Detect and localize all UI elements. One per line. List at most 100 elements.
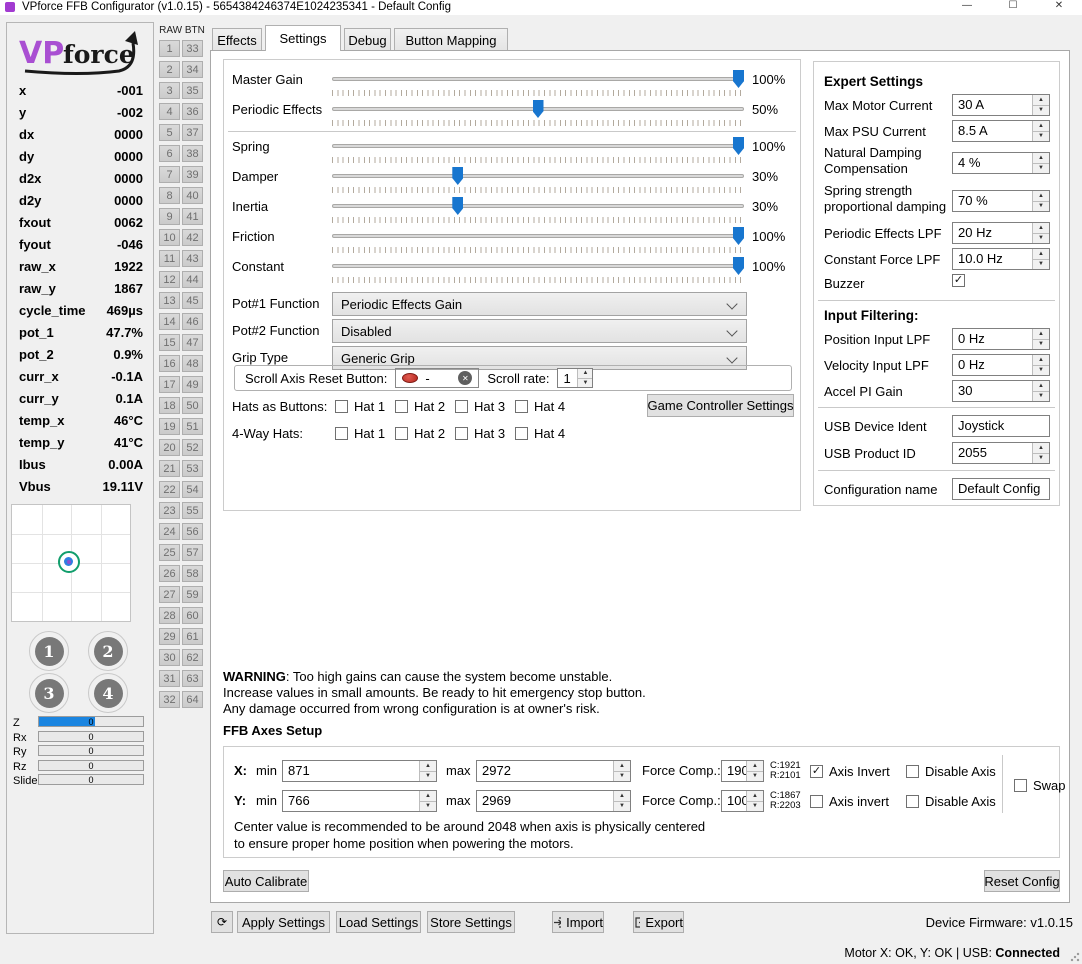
position-input-lpf-spinbox[interactable]: 0 Hz ▲ ▼ <box>952 328 1050 350</box>
tab-effects[interactable]: Effects <box>212 28 262 51</box>
minimize-button[interactable]: — <box>944 0 990 15</box>
checkbox[interactable] <box>906 794 919 808</box>
spin-up-icon[interactable]: ▲ <box>614 761 630 772</box>
spin-up-icon[interactable]: ▲ <box>1033 223 1049 234</box>
spin-down-icon[interactable]: ▼ <box>420 801 436 811</box>
import-button[interactable]: Import <box>552 911 604 933</box>
spin-down-icon[interactable]: ▼ <box>1033 233 1049 243</box>
store-settings-button[interactable]: Store Settings <box>427 911 515 933</box>
spin-down-icon[interactable]: ▼ <box>1033 201 1049 211</box>
spin-down-icon[interactable]: ▼ <box>614 801 630 811</box>
dropdown-pot-1-function[interactable]: Periodic Effects Gain <box>332 292 747 316</box>
spin-down-icon[interactable]: ▼ <box>1033 259 1049 269</box>
axis-x-max-spinbox[interactable]: 2972 ▲ ▼ <box>476 760 631 782</box>
axis-x-invert-checkbox[interactable]: ✓ Axis Invert <box>810 763 890 779</box>
spin-down-icon[interactable]: ▼ <box>747 801 763 811</box>
spin-up-icon[interactable]: ▲ <box>1033 249 1049 260</box>
axis-x-min-spinbox[interactable]: 871 ▲ ▼ <box>282 760 437 782</box>
slider-inertia-track[interactable] <box>332 204 744 208</box>
spin-up-icon[interactable]: ▲ <box>614 791 630 802</box>
checkbox[interactable] <box>1014 778 1027 792</box>
spin-up-icon[interactable]: ▲ <box>420 791 436 802</box>
maximize-button[interactable]: ☐ <box>990 0 1036 15</box>
spin-down-icon[interactable]: ▼ <box>1033 339 1049 349</box>
axis-y-force-comp-spinbox[interactable]: 100 ▲ ▼ <box>721 790 764 812</box>
spin-down-icon[interactable]: ▼ <box>1033 163 1049 173</box>
periodic-effects-lpf-spinbox[interactable]: 20 Hz ▲ ▼ <box>952 222 1050 244</box>
auto-calibrate-button[interactable]: Auto Calibrate <box>223 870 309 892</box>
checkbox[interactable] <box>335 426 348 440</box>
configuration-name-input[interactable]: Default Config <box>952 478 1050 500</box>
refresh-button[interactable]: ⟳ <box>211 911 233 933</box>
game-controller-settings-button[interactable]: Game Controller Settings <box>647 394 794 417</box>
hats-as-buttons-hat-3[interactable]: Hat 3 <box>455 398 505 414</box>
axis-y-max-spinbox[interactable]: 2969 ▲ ▼ <box>476 790 631 812</box>
slider-spring-handle[interactable] <box>733 137 744 155</box>
axis-y-invert-checkbox[interactable]: Axis invert <box>810 793 889 809</box>
spin-up-icon[interactable]: ▲ <box>578 369 593 379</box>
spin-down-icon[interactable]: ▼ <box>1033 453 1049 463</box>
hats-as-buttons-hat-1[interactable]: Hat 1 <box>335 398 385 414</box>
checkbox[interactable] <box>395 399 408 413</box>
slider-constant-track[interactable] <box>332 264 744 268</box>
spin-down-icon[interactable]: ▼ <box>747 771 763 781</box>
four-way-hats-hat-2[interactable]: Hat 2 <box>395 425 445 441</box>
spin-up-icon[interactable]: ▲ <box>747 761 763 772</box>
four-way-hats-hat-4[interactable]: Hat 4 <box>515 425 565 441</box>
dropdown-pot-2-function[interactable]: Disabled <box>332 319 747 343</box>
spin-down-icon[interactable]: ▼ <box>1033 391 1049 401</box>
velocity-input-lpf-spinbox[interactable]: 0 Hz ▲ ▼ <box>952 354 1050 376</box>
spin-down-icon[interactable]: ▼ <box>1033 105 1049 115</box>
slider-constant-handle[interactable] <box>733 257 744 275</box>
checkbox[interactable]: ✓ <box>810 764 823 778</box>
export-button[interactable]: Export <box>633 911 684 933</box>
hats-as-buttons-hat-4[interactable]: Hat 4 <box>515 398 565 414</box>
spin-down-icon[interactable]: ▼ <box>420 771 436 781</box>
checkbox[interactable] <box>335 399 348 413</box>
constant-force-lpf-spinbox[interactable]: 10.0 Hz ▲ ▼ <box>952 248 1050 270</box>
four-way-hats-hat-1[interactable]: Hat 1 <box>335 425 385 441</box>
slider-damper-handle[interactable] <box>452 167 464 185</box>
axis-x-force-comp-spinbox[interactable]: 190 ▲ ▼ <box>721 760 764 782</box>
spin-up-icon[interactable]: ▲ <box>1033 381 1049 392</box>
slider-inertia-handle[interactable] <box>452 197 464 215</box>
load-settings-button[interactable]: Load Settings <box>336 911 421 933</box>
slider-friction-track[interactable] <box>332 234 744 238</box>
spin-down-icon[interactable]: ▼ <box>614 771 630 781</box>
scroll-axis-assignment[interactable]: - ✕ <box>395 368 480 388</box>
buzzer-checkbox[interactable]: ✓ <box>952 274 965 287</box>
spring-prop-damping-spinbox[interactable]: 70 % ▲ ▼ <box>952 190 1050 212</box>
close-button[interactable]: ✕ <box>1036 0 1082 15</box>
slider-master-gain-handle[interactable] <box>733 70 744 88</box>
spin-up-icon[interactable]: ▲ <box>1033 355 1049 366</box>
spin-up-icon[interactable]: ▲ <box>1033 95 1049 106</box>
tab-debug[interactable]: Debug <box>344 28 391 51</box>
hats-as-buttons-hat-2[interactable]: Hat 2 <box>395 398 445 414</box>
axis-y-disable-checkbox[interactable]: Disable Axis <box>906 793 996 809</box>
axis-x-disable-checkbox[interactable]: Disable Axis <box>906 763 996 779</box>
spin-up-icon[interactable]: ▲ <box>1033 191 1049 202</box>
spin-up-icon[interactable]: ▲ <box>1033 153 1049 164</box>
checkbox[interactable] <box>395 426 408 440</box>
spin-up-icon[interactable]: ▲ <box>747 791 763 802</box>
spin-up-icon[interactable]: ▲ <box>1033 121 1049 132</box>
clear-assignment-icon[interactable]: ✕ <box>458 371 473 385</box>
checkbox[interactable] <box>906 764 919 778</box>
resize-grip[interactable] <box>1070 952 1080 962</box>
four-way-hats-hat-3[interactable]: Hat 3 <box>455 425 505 441</box>
usb-device-ident-input[interactable]: Joystick <box>952 415 1050 437</box>
checkbox[interactable] <box>810 794 823 808</box>
spin-down-icon[interactable]: ▼ <box>1033 365 1049 375</box>
slider-periodic-effects-handle[interactable] <box>532 100 544 118</box>
max-motor-current-spinbox[interactable]: 30 A ▲ ▼ <box>952 94 1050 116</box>
checkbox[interactable] <box>515 426 528 440</box>
swap-axes-checkbox[interactable]: Swap <box>1014 777 1066 793</box>
max-psu-current-spinbox[interactable]: 8.5 A ▲ ▼ <box>952 120 1050 142</box>
checkbox[interactable] <box>455 426 468 440</box>
spin-down-icon[interactable]: ▼ <box>1033 131 1049 141</box>
reset-config-button[interactable]: Reset Config <box>984 870 1060 892</box>
slider-spring-track[interactable] <box>332 144 744 148</box>
tab-settings[interactable]: Settings <box>265 25 341 51</box>
spin-up-icon[interactable]: ▲ <box>420 761 436 772</box>
apply-settings-button[interactable]: Apply Settings <box>237 911 330 933</box>
